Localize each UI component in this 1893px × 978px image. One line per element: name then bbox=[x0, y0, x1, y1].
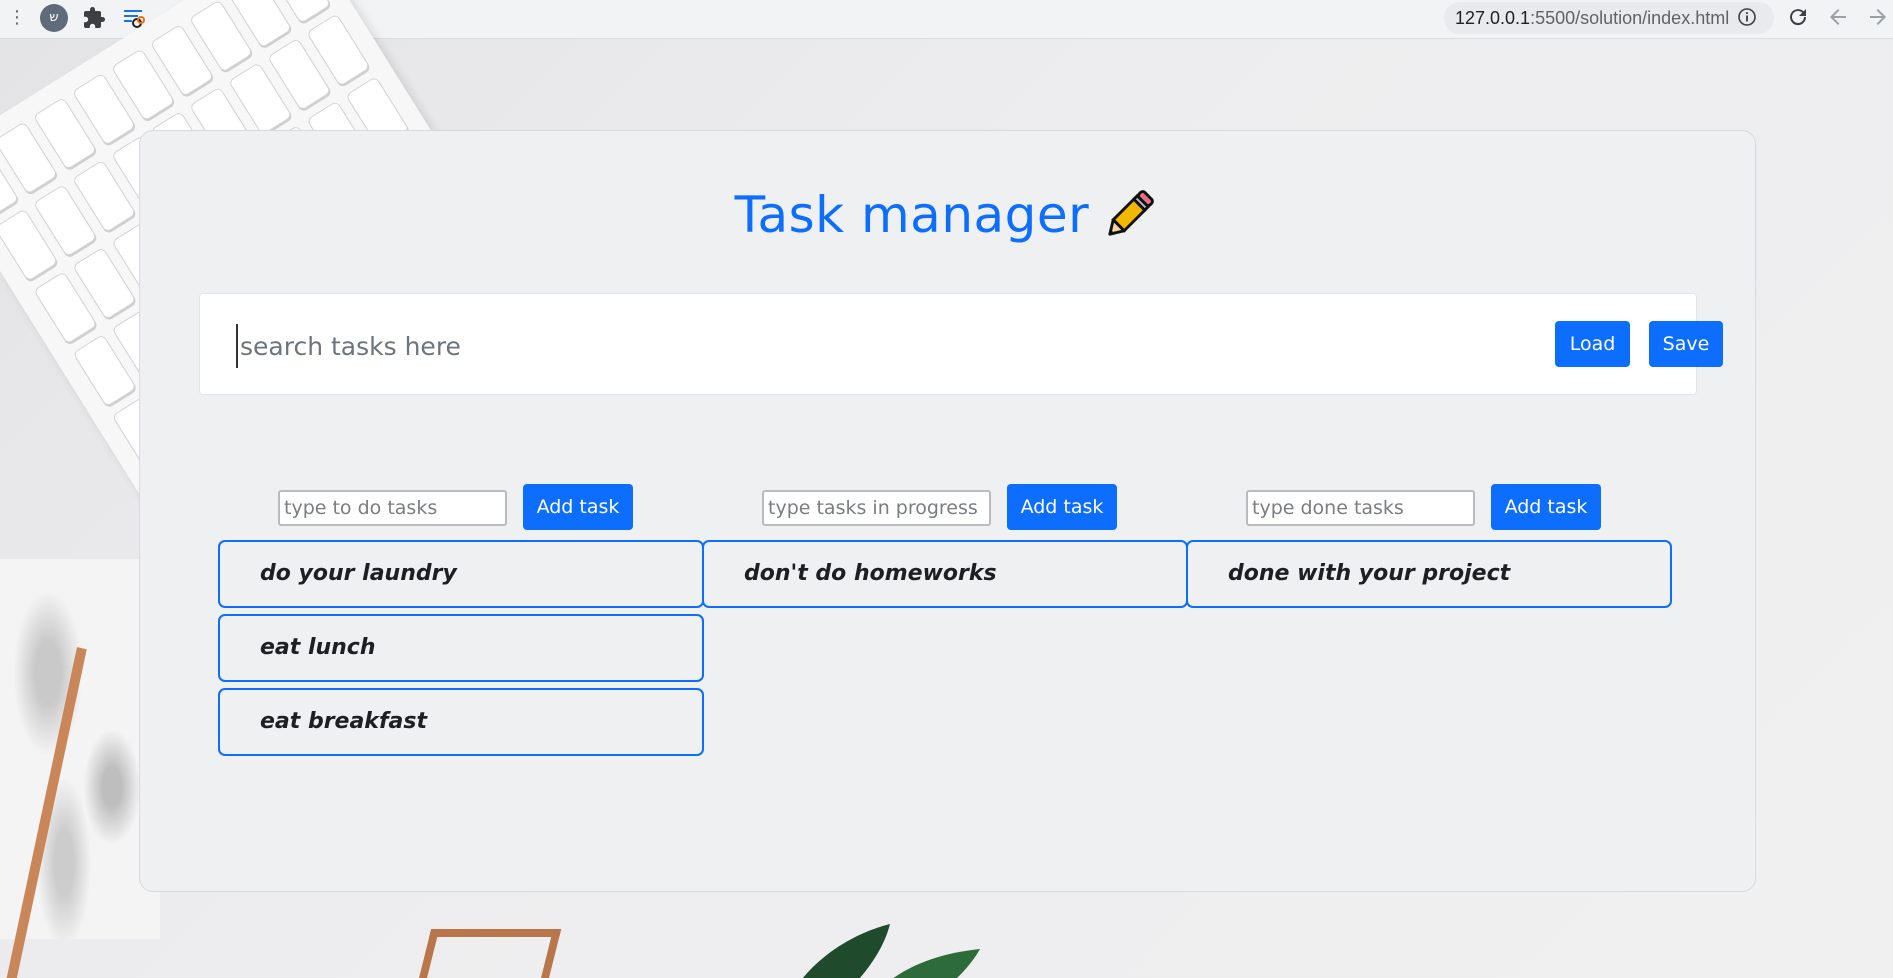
reload-icon[interactable] bbox=[1786, 5, 1810, 29]
search-input[interactable] bbox=[236, 324, 1236, 368]
pencil-icon bbox=[1108, 190, 1155, 236]
todo-column: Add task do your laundry eat lunch eat b… bbox=[218, 484, 704, 764]
url-text[interactable]: 127.0.0.1:5500/solution/index.html bbox=[1455, 6, 1729, 30]
todo-task-list: do your laundry eat lunch eat breakfast bbox=[218, 540, 704, 762]
done-task-input[interactable] bbox=[1246, 490, 1475, 526]
task-item[interactable]: eat lunch bbox=[218, 614, 704, 682]
load-button[interactable]: Load bbox=[1555, 321, 1630, 367]
url-host: 127.0.0.1 bbox=[1455, 8, 1531, 28]
page-title: Task manager bbox=[734, 186, 1090, 244]
done-column: Add task done with your project bbox=[1186, 484, 1672, 764]
header: Task manager bbox=[140, 175, 1755, 255]
back-icon[interactable] bbox=[1826, 5, 1850, 29]
in-progress-task-input[interactable] bbox=[762, 490, 991, 526]
url-path: :5500/solution/index.html bbox=[1530, 8, 1730, 28]
add-in-progress-task-button[interactable]: Add task bbox=[1007, 484, 1117, 530]
done-task-list: done with your project bbox=[1186, 540, 1672, 614]
task-manager-card: Task manager Load Save Add task do your … bbox=[139, 130, 1756, 892]
task-item[interactable]: don't do homeworks bbox=[702, 540, 1188, 608]
task-item[interactable]: eat breakfast bbox=[218, 688, 704, 756]
forward-icon[interactable] bbox=[1866, 5, 1890, 29]
menu-dots-icon[interactable]: ⋮ bbox=[8, 6, 26, 30]
add-done-task-button[interactable]: Add task bbox=[1491, 484, 1601, 530]
profile-avatar[interactable]: ש bbox=[40, 4, 68, 32]
save-button[interactable]: Save bbox=[1649, 321, 1723, 367]
in-progress-column: Add task don't do homeworks bbox=[702, 484, 1188, 764]
clipboard-edge-image bbox=[408, 929, 562, 978]
todo-task-input[interactable] bbox=[278, 490, 507, 526]
task-item[interactable]: done with your project bbox=[1186, 540, 1672, 608]
task-item[interactable]: do your laundry bbox=[218, 540, 704, 608]
in-progress-task-list: don't do homeworks bbox=[702, 540, 1188, 614]
search-panel: Load Save bbox=[199, 293, 1723, 395]
site-info-icon[interactable] bbox=[1737, 7, 1757, 27]
extensions-puzzle-icon[interactable] bbox=[82, 6, 106, 30]
add-todo-task-button[interactable]: Add task bbox=[523, 484, 633, 530]
plant-leaves-image bbox=[802, 924, 980, 978]
